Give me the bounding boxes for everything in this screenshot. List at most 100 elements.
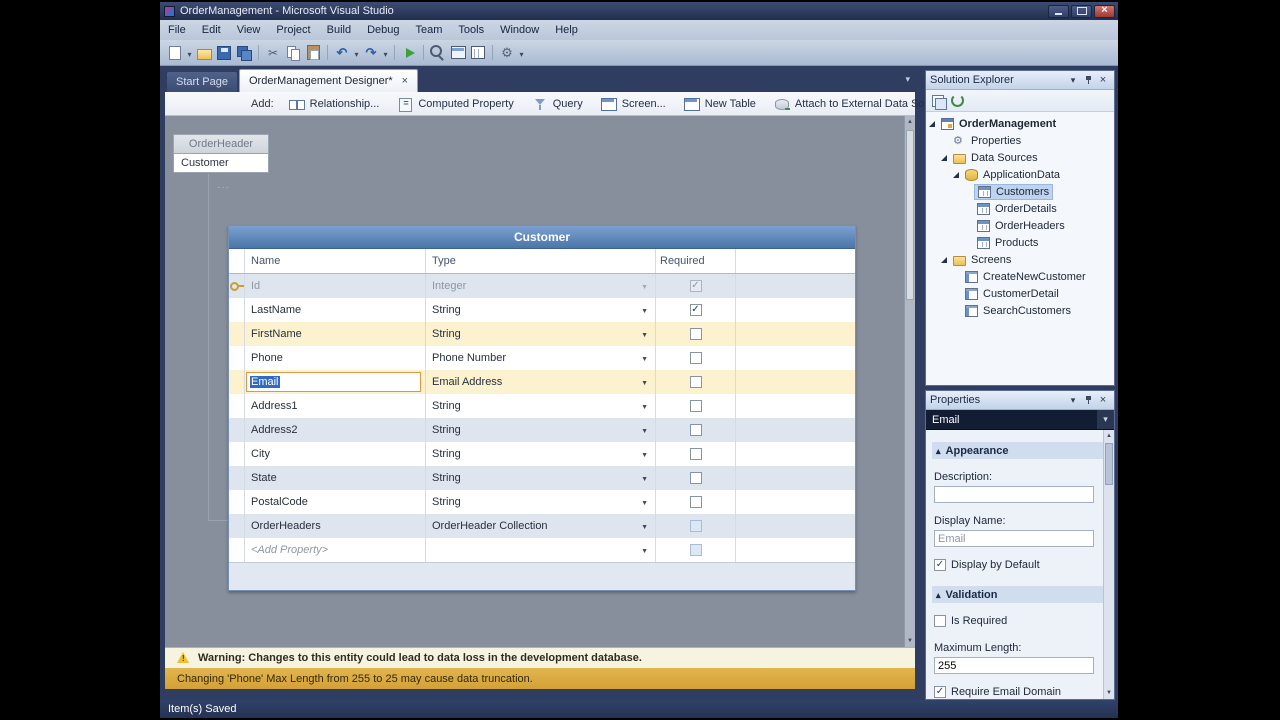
is-required-checkbox[interactable] xyxy=(934,615,946,627)
property-name-editor[interactable]: Email xyxy=(246,372,421,392)
property-type-cell[interactable]: Phone Number xyxy=(426,346,656,370)
properties-title-bar[interactable]: Properties xyxy=(926,391,1114,410)
property-name-cell[interactable]: Phone xyxy=(245,346,426,370)
header-required[interactable]: Required xyxy=(656,249,736,273)
property-type-cell[interactable]: String xyxy=(426,442,656,466)
properties-window-icon[interactable] xyxy=(498,44,516,62)
scroll-up-icon[interactable] xyxy=(1104,430,1114,442)
tree-item-screens[interactable]: Screens xyxy=(926,251,1114,268)
pin-icon[interactable] xyxy=(1081,74,1095,87)
property-name-cell[interactable]: Id xyxy=(245,274,426,298)
menu-item-debug[interactable]: Debug xyxy=(359,20,407,40)
expand-arrow-icon[interactable] xyxy=(953,171,959,178)
window-menu-icon[interactable] xyxy=(1066,394,1080,407)
maximize-button[interactable] xyxy=(1071,4,1092,18)
tree-item-ordermanagement[interactable]: OrderManagement xyxy=(926,115,1114,132)
property-type-cell[interactable]: String xyxy=(426,490,656,514)
entity-box-name[interactable]: Customer xyxy=(173,154,269,173)
expand-arrow-icon[interactable] xyxy=(929,120,935,127)
add-screen-button[interactable]: Screen... xyxy=(594,96,673,112)
property-type-cell[interactable]: String xyxy=(426,394,656,418)
add-relationship-button[interactable]: Relationship... xyxy=(282,96,387,112)
dropdown-arrow-icon[interactable] xyxy=(641,520,648,532)
property-name-cell[interactable]: Address2 xyxy=(245,418,426,442)
description-input[interactable] xyxy=(934,486,1094,503)
tree-item-customers[interactable]: Customers xyxy=(926,183,1114,200)
property-type-cell[interactable]: Email Address xyxy=(426,370,656,394)
designer-canvas[interactable]: OrderHeader Customer Customer Name Type … xyxy=(165,116,915,647)
close-icon[interactable] xyxy=(1096,394,1110,407)
dropdown-arrow-icon[interactable] xyxy=(641,424,648,436)
tree-item-orderdetails[interactable]: OrderDetails xyxy=(926,200,1114,217)
add-new-table-button[interactable]: New Table xyxy=(677,96,763,112)
menu-item-edit[interactable]: Edit xyxy=(194,20,229,40)
paste-icon[interactable] xyxy=(304,44,322,62)
display-name-input[interactable] xyxy=(934,530,1094,547)
property-name-cell[interactable]: City xyxy=(245,442,426,466)
header-name[interactable]: Name xyxy=(245,249,426,273)
required-checkbox[interactable] xyxy=(689,304,702,316)
required-checkbox[interactable] xyxy=(689,400,702,412)
dropdown-arrow-icon[interactable] xyxy=(641,328,648,340)
cut-icon[interactable] xyxy=(264,44,282,62)
tab-ordermanagement-designer[interactable]: OrderManagement Designer* xyxy=(238,69,419,92)
max-length-input[interactable] xyxy=(934,657,1094,674)
required-checkbox[interactable] xyxy=(689,376,702,388)
tab-start-page[interactable]: Start Page xyxy=(167,72,237,92)
tree-item-searchcustomers[interactable]: SearchCustomers xyxy=(926,302,1114,319)
required-checkbox[interactable] xyxy=(689,352,702,364)
close-icon[interactable] xyxy=(1096,74,1110,87)
close-icon[interactable] xyxy=(402,75,408,87)
property-name-cell[interactable]: Email xyxy=(245,370,426,394)
property-name-cell[interactable]: State xyxy=(245,466,426,490)
dropdown-arrow-icon[interactable] xyxy=(641,448,648,460)
dropdown-arrow-icon[interactable] xyxy=(641,544,648,556)
scroll-down-icon[interactable] xyxy=(905,635,915,647)
tree-item-data-sources[interactable]: Data Sources xyxy=(926,149,1114,166)
dropdown-caret-icon[interactable] xyxy=(517,44,526,62)
tree-item-applicationdata[interactable]: ApplicationData xyxy=(926,166,1114,183)
dropdown-arrow-icon[interactable] xyxy=(641,400,648,412)
tree-item-orderheaders[interactable]: OrderHeaders xyxy=(926,217,1114,234)
property-type-cell[interactable]: String xyxy=(426,298,656,322)
undo-icon[interactable] xyxy=(333,44,351,62)
property-name-cell[interactable]: Address1 xyxy=(245,394,426,418)
dropdown-arrow-icon[interactable] xyxy=(641,376,648,388)
add-query-button[interactable]: Query xyxy=(525,96,590,112)
dropdown-arrow-icon[interactable] xyxy=(1097,410,1114,429)
expand-arrow-icon[interactable] xyxy=(941,256,947,263)
related-entity-box[interactable]: OrderHeader Customer xyxy=(173,134,269,173)
expand-arrow-icon[interactable] xyxy=(941,154,947,161)
title-bar[interactable]: OrderManagement - Microsoft Visual Studi… xyxy=(160,2,1118,20)
dropdown-arrow-icon[interactable] xyxy=(641,496,648,508)
designer-vscrollbar[interactable] xyxy=(904,116,915,647)
refresh-icon[interactable] xyxy=(949,93,966,109)
scroll-up-icon[interactable] xyxy=(905,116,915,128)
required-checkbox[interactable] xyxy=(689,328,702,340)
display-by-default-checkbox[interactable] xyxy=(934,559,946,571)
minimize-button[interactable] xyxy=(1048,4,1069,18)
required-checkbox[interactable] xyxy=(689,424,702,436)
solution-explorer-icon[interactable] xyxy=(469,44,487,62)
dropdown-arrow-icon[interactable] xyxy=(641,304,648,316)
dropdown-caret-icon[interactable] xyxy=(352,44,361,62)
entity-box-header[interactable]: OrderHeader xyxy=(173,134,269,154)
scroll-down-icon[interactable] xyxy=(1104,687,1114,699)
tree-item-customerdetail[interactable]: CustomerDetail xyxy=(926,285,1114,302)
properties-pages-icon[interactable] xyxy=(930,93,947,110)
menu-item-team[interactable]: Team xyxy=(408,20,451,40)
header-type[interactable]: Type xyxy=(426,249,656,273)
property-name-cell[interactable]: OrderHeaders xyxy=(245,514,426,538)
menu-item-window[interactable]: Window xyxy=(492,20,547,40)
section-appearance[interactable]: Appearance xyxy=(932,442,1104,459)
start-debugging-icon[interactable] xyxy=(400,44,418,62)
tree-item-products[interactable]: Products xyxy=(926,234,1114,251)
find-icon[interactable] xyxy=(429,44,447,62)
menu-item-project[interactable]: Project xyxy=(268,20,318,40)
tree-item-properties[interactable]: Properties xyxy=(926,132,1114,149)
require-email-domain-checkbox[interactable] xyxy=(934,686,946,698)
menu-item-view[interactable]: View xyxy=(229,20,269,40)
menu-item-tools[interactable]: Tools xyxy=(450,20,492,40)
object-selector[interactable]: Email xyxy=(926,410,1114,430)
add-computed-property-button[interactable]: Computed Property xyxy=(390,96,520,112)
